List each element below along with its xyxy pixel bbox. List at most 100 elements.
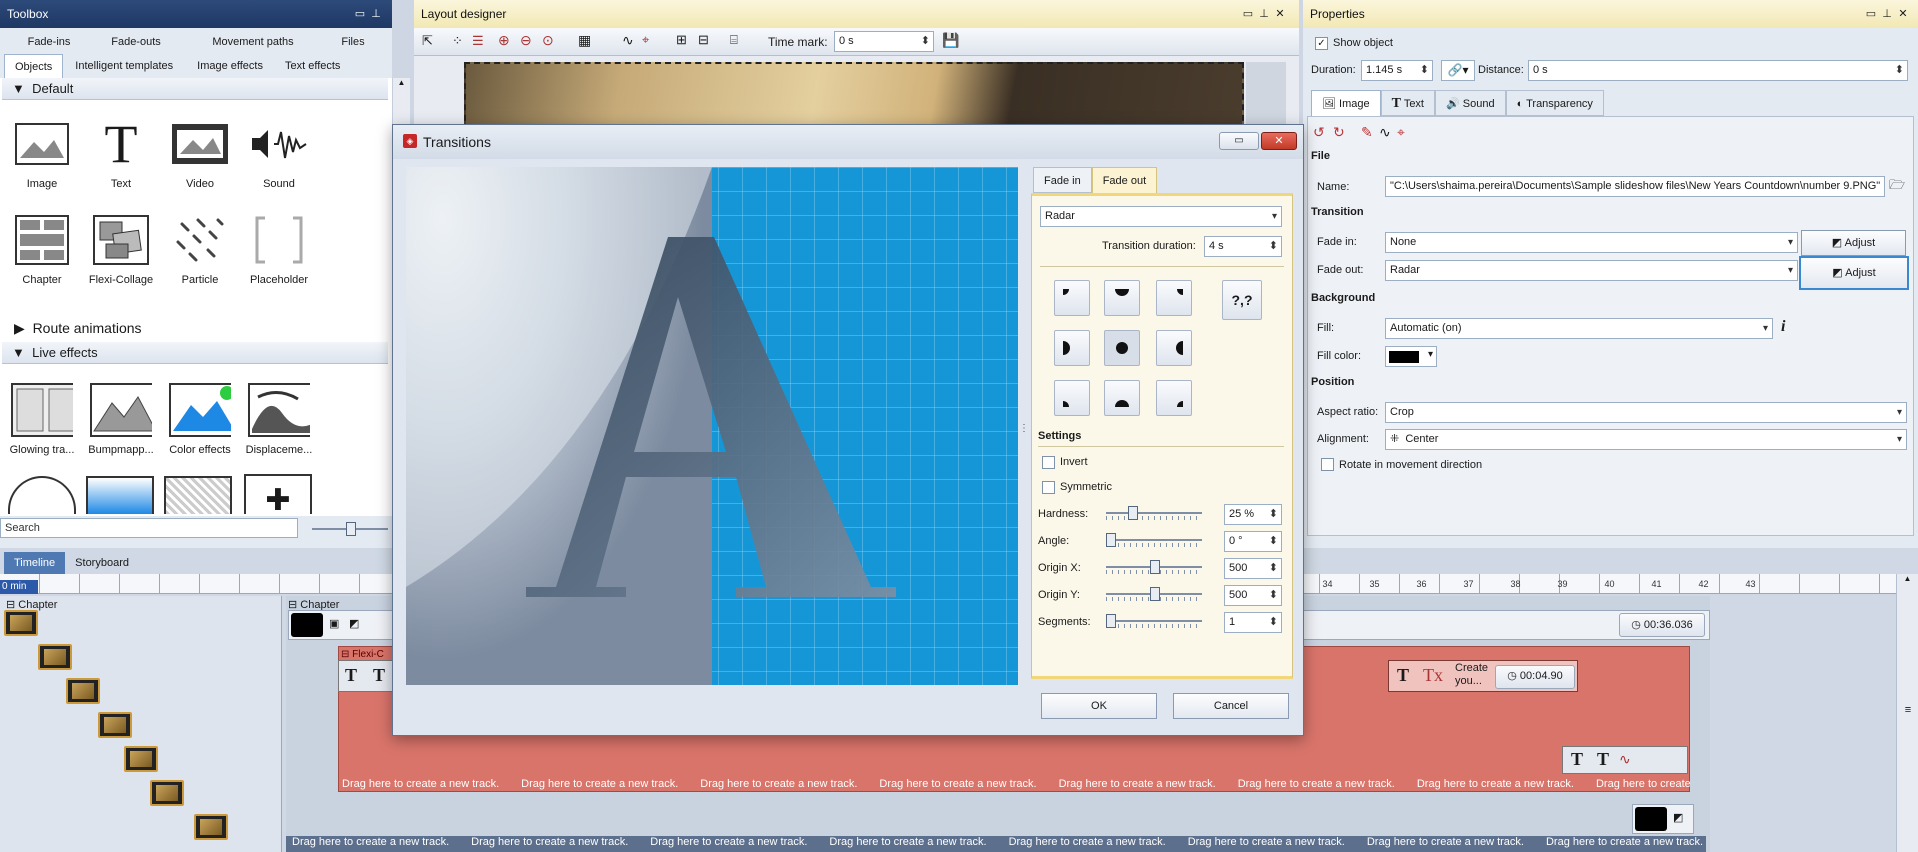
tab-image[interactable]: 🖼 Image <box>1311 90 1381 116</box>
close-icon[interactable]: ✕ <box>1895 0 1911 28</box>
tab-fade-outs[interactable]: Fade-outs <box>84 30 188 54</box>
end-clip[interactable]: ◩ <box>1632 804 1694 834</box>
object-flexi-collage[interactable]: Flexi-Collage <box>81 212 161 286</box>
origin-bottom-right[interactable] <box>1156 380 1192 416</box>
align-icon[interactable]: ⌸ <box>730 32 738 48</box>
invert-checkbox[interactable] <box>1042 456 1055 469</box>
camera-icon[interactable]: ⌖ <box>1397 124 1405 141</box>
tab-files[interactable]: Files <box>318 30 388 54</box>
fade-out-adjust-button[interactable]: ◩ Adjust <box>1799 256 1909 290</box>
effect-select[interactable]: Radar <box>1040 206 1282 227</box>
tab-text[interactable]: T Text <box>1380 90 1435 116</box>
tab-fade-ins[interactable]: Fade-ins <box>14 30 84 54</box>
cancel-button[interactable]: Cancel <box>1173 693 1289 719</box>
angle-slider[interactable] <box>1106 533 1202 547</box>
effect-glowing[interactable]: Glowing tra... <box>2 382 82 456</box>
edit-icon[interactable]: ✎ <box>1361 124 1373 141</box>
origin-top[interactable] <box>1104 280 1140 316</box>
timeline-position-marker[interactable]: 0 min <box>0 580 38 594</box>
camera-icon[interactable]: ⌖ <box>642 32 649 48</box>
zoom-fit-icon[interactable]: ⊙ <box>542 32 554 49</box>
link-icon[interactable]: 🔗▾ <box>1441 60 1475 81</box>
pin-icon[interactable]: ⊥ <box>368 0 384 28</box>
zoom-out-icon[interactable]: ⊖ <box>520 32 532 49</box>
section-live-effects[interactable]: ▼ Live effects <box>2 342 388 364</box>
minimize-icon[interactable]: ▭ <box>1863 0 1879 28</box>
origin-left[interactable] <box>1054 330 1090 366</box>
show-object-checkbox[interactable]: ✓ <box>1315 37 1328 50</box>
chapter-thumb[interactable] <box>38 644 72 670</box>
effect-displacement[interactable]: Displaceme... <box>239 382 319 456</box>
pin-icon[interactable]: ⊥ <box>1256 0 1272 28</box>
distance-input[interactable]: 0 s <box>1528 60 1908 81</box>
section-default[interactable]: ▼ Default <box>2 78 388 100</box>
segments-input[interactable]: 1 <box>1224 612 1282 633</box>
effect-partial-2[interactable] <box>86 476 154 514</box>
effect-add-icon[interactable]: ✚ <box>244 474 312 517</box>
segments-slider[interactable] <box>1106 614 1202 628</box>
tab-objects[interactable]: Objects <box>4 54 64 78</box>
ok-button[interactable]: OK <box>1041 693 1157 719</box>
search-input[interactable]: Search <box>0 518 298 538</box>
section-route-animations[interactable]: ▶ Route animations <box>14 320 142 337</box>
chapter-thumb[interactable] <box>194 814 228 840</box>
rotate-checkbox[interactable] <box>1321 458 1334 471</box>
browse-icon[interactable]: 🗁 <box>1889 176 1905 198</box>
tab-intelligent-templates[interactable]: Intelligent templates <box>63 54 185 78</box>
fill-select[interactable]: Automatic (on) <box>1385 318 1773 339</box>
object-image[interactable]: Image <box>2 116 82 190</box>
timeline-scrollbar[interactable]: ▲ ≡ <box>1896 574 1918 852</box>
toolbox-zoom-slider[interactable] <box>312 522 388 536</box>
file-name-input[interactable]: "C:\Users\shaima.pereira\Documents\Sampl… <box>1385 176 1885 197</box>
hardness-input[interactable]: 25 % <box>1224 504 1282 525</box>
fade-in-adjust-button[interactable]: ◩ Adjust <box>1801 230 1906 256</box>
origin-y-slider[interactable] <box>1106 587 1202 601</box>
rotate-right-icon[interactable]: ↻ <box>1333 124 1345 141</box>
symmetric-checkbox[interactable] <box>1042 481 1055 494</box>
aspect-ratio-select[interactable]: Crop <box>1385 402 1907 423</box>
chapter-thumb[interactable] <box>150 780 184 806</box>
minimize-icon[interactable]: ▭ <box>1240 0 1256 28</box>
info-icon[interactable]: i <box>1781 318 1785 336</box>
chapter-thumb[interactable] <box>66 678 100 704</box>
effect-partial-3[interactable] <box>164 476 232 514</box>
rotate-left-icon[interactable]: ↺ <box>1313 124 1325 141</box>
restore-button[interactable]: ▭ <box>1219 132 1259 150</box>
fade-out-select[interactable]: Radar <box>1385 260 1798 281</box>
remove-icon[interactable]: ⊟ <box>698 32 709 48</box>
origin-top-right[interactable] <box>1156 280 1192 316</box>
alignment-select[interactable]: ⁜ Center <box>1385 429 1907 450</box>
tab-fade-in[interactable]: Fade in <box>1033 167 1092 193</box>
hardness-slider[interactable] <box>1106 506 1202 520</box>
fade-in-select[interactable]: None <box>1385 232 1798 253</box>
tab-text-effects[interactable]: Text effects <box>275 54 350 78</box>
origin-right[interactable] <box>1156 330 1192 366</box>
duration-input[interactable]: 1.145 s <box>1361 60 1433 81</box>
save-icon[interactable]: 💾 <box>942 32 959 49</box>
object-text[interactable]: T Text <box>81 114 161 190</box>
drag-row-outer[interactable]: Drag here to create a new track. Drag he… <box>286 836 1706 852</box>
fill-color-picker[interactable]: ▾ <box>1385 346 1437 367</box>
nodes-icon[interactable]: ⁘ <box>452 33 463 49</box>
origin-y-input[interactable]: 500 <box>1224 585 1282 606</box>
origin-center[interactable] <box>1104 330 1140 366</box>
zoom-in-icon[interactable]: ⊕ <box>498 32 510 49</box>
object-chapter[interactable]: Chapter <box>2 212 82 286</box>
time-mark-input[interactable]: 0 s <box>834 31 934 52</box>
minimize-icon[interactable]: ▭ <box>352 0 368 28</box>
close-button[interactable]: ✕ <box>1261 132 1297 150</box>
pin-icon[interactable]: ⊥ <box>1879 0 1895 28</box>
path-icon[interactable]: ∿ <box>1379 124 1391 141</box>
transition-duration-input[interactable]: 4 s <box>1204 236 1282 257</box>
tab-transparency[interactable]: ◐ Transparency <box>1505 90 1604 116</box>
origin-top-left[interactable] <box>1054 280 1090 316</box>
tab-storyboard[interactable]: Storyboard <box>65 552 139 574</box>
splitter-grip[interactable]: ⋮ <box>1019 423 1029 437</box>
text-clip-right[interactable]: T T ∿ <box>1562 746 1688 774</box>
origin-x-input[interactable]: 500 <box>1224 558 1282 579</box>
effect-color[interactable]: Color effects <box>160 382 240 456</box>
angle-input[interactable]: 0 ° <box>1224 531 1282 552</box>
tab-timeline[interactable]: Timeline <box>4 552 66 574</box>
origin-bottom-left[interactable] <box>1054 380 1090 416</box>
object-placeholder[interactable]: Placeholder <box>239 212 319 286</box>
